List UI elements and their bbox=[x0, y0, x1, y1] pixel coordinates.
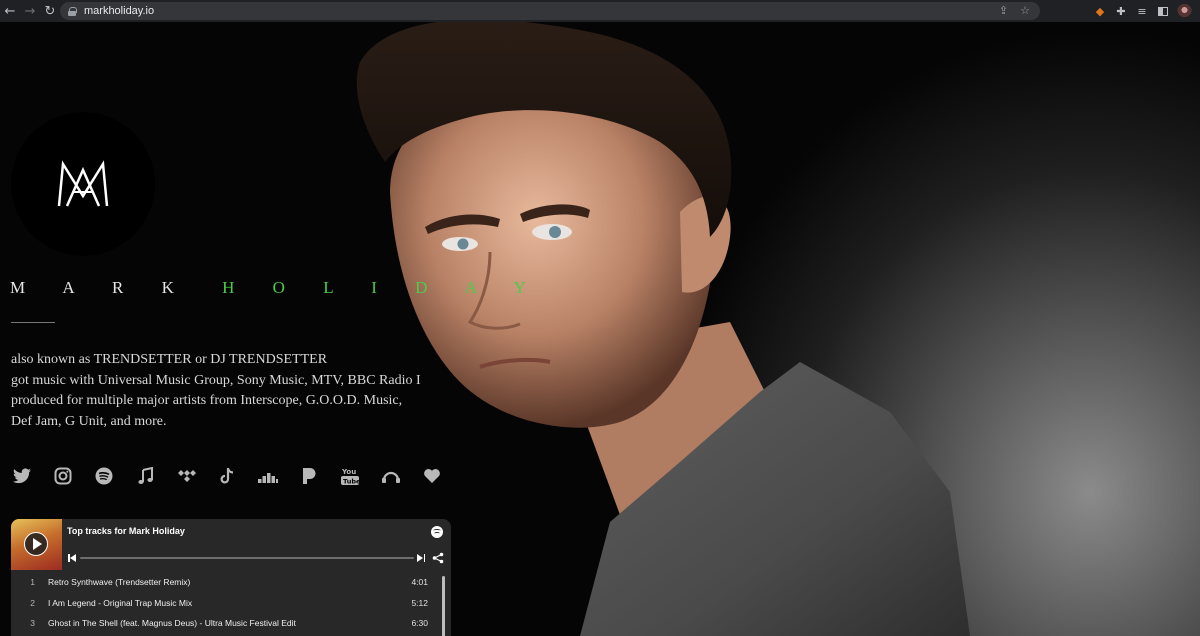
album-cover bbox=[11, 519, 62, 570]
pandora-icon[interactable] bbox=[298, 465, 319, 486]
play-button[interactable] bbox=[24, 532, 48, 556]
track-name: Ghost in The Shell (feat. Magnus Deus) -… bbox=[48, 618, 296, 629]
scrollbar[interactable] bbox=[442, 576, 445, 636]
last-name: H O L I D A Y bbox=[222, 278, 543, 297]
spotify-embed-player[interactable]: Top tracks for Mark Holiday 1 Retro Synt… bbox=[11, 519, 451, 636]
tiktok-icon[interactable] bbox=[216, 465, 237, 486]
track-row[interactable]: 1 Retro Synthwave (Trendsetter Remix) 4:… bbox=[11, 572, 441, 593]
track-number: 2 bbox=[30, 597, 35, 608]
audiomack-icon[interactable] bbox=[380, 465, 401, 486]
track-name: I Am Legend - Original Trap Music Mix bbox=[48, 597, 193, 608]
heart-icon[interactable] bbox=[421, 465, 442, 486]
reload-icon[interactable]: ↻ bbox=[40, 0, 60, 22]
apple-music-icon[interactable] bbox=[134, 465, 155, 486]
track-row[interactable]: 3 Ghost in The Shell (feat. Magnus Deus)… bbox=[11, 613, 441, 634]
artist-bio: also known as TRENDSETTER or DJ TRENDSET… bbox=[11, 350, 431, 432]
youtube-icon[interactable]: You Tube bbox=[339, 465, 360, 486]
side-panel-icon[interactable] bbox=[1155, 3, 1171, 19]
svg-text:Tube: Tube bbox=[343, 477, 359, 485]
track-number: 3 bbox=[30, 618, 35, 629]
back-arrow-icon[interactable]: ← bbox=[0, 0, 20, 22]
track-duration: 4:01 bbox=[411, 577, 428, 588]
track-duration: 5:12 bbox=[411, 597, 428, 608]
track-row[interactable]: 2 I Am Legend - Original Trap Music Mix … bbox=[11, 593, 441, 614]
track-number: 1 bbox=[30, 577, 35, 588]
artist-logo bbox=[11, 112, 155, 256]
spotify-logo-icon[interactable] bbox=[431, 526, 443, 538]
track-duration: 6:30 bbox=[411, 618, 428, 629]
bookmark-star-icon[interactable]: ☆ bbox=[1020, 4, 1030, 17]
profile-avatar[interactable] bbox=[1176, 3, 1192, 19]
ma-monogram-icon bbox=[57, 160, 109, 207]
first-name: M A R K bbox=[10, 278, 191, 297]
metamask-fox-icon[interactable]: ◆ bbox=[1092, 3, 1108, 19]
next-track-icon[interactable] bbox=[417, 554, 425, 562]
hero-section: M A R K H O L I D A Y also known as TREN… bbox=[0, 22, 1200, 636]
address-bar[interactable]: markholiday.io ⇪ ☆ bbox=[60, 2, 1040, 20]
share-icon[interactable]: ⇪ bbox=[999, 4, 1008, 17]
tidal-icon[interactable] bbox=[175, 465, 196, 486]
forward-arrow-icon[interactable]: → bbox=[20, 0, 40, 22]
previous-track-icon[interactable] bbox=[68, 554, 76, 562]
progress-bar[interactable] bbox=[80, 557, 414, 559]
share-icon[interactable] bbox=[432, 552, 444, 564]
player-title: Top tracks for Mark Holiday bbox=[67, 526, 185, 536]
bio-line: also known as TRENDSETTER or DJ TRENDSET… bbox=[11, 352, 328, 367]
lock-icon bbox=[68, 6, 77, 16]
reading-list-icon[interactable]: ≡ bbox=[1134, 3, 1150, 19]
extensions-puzzle-icon[interactable]: ✚ bbox=[1113, 3, 1129, 19]
track-list: 1 Retro Synthwave (Trendsetter Remix) 4:… bbox=[11, 572, 441, 634]
deezer-icon[interactable] bbox=[257, 465, 278, 486]
instagram-icon[interactable] bbox=[52, 465, 73, 486]
bio-line: got music with Universal Music Group, So… bbox=[11, 372, 421, 388]
track-name: Retro Synthwave (Trendsetter Remix) bbox=[48, 577, 191, 588]
browser-toolbar: ← → ↻ markholiday.io ⇪ ☆ ◆ ✚ ≡ bbox=[0, 0, 1200, 22]
artist-name: M A R K H O L I D A Y bbox=[10, 278, 543, 298]
bio-line: Def Jam, G Unit, and more. bbox=[11, 413, 167, 429]
svg-text:You: You bbox=[341, 468, 356, 476]
twitter-icon[interactable] bbox=[11, 465, 32, 486]
divider bbox=[11, 322, 55, 323]
bio-line: produced for multiple major artists from… bbox=[11, 393, 403, 408]
spotify-icon[interactable] bbox=[93, 465, 114, 486]
social-links: You Tube bbox=[11, 465, 442, 486]
url-text: markholiday.io bbox=[84, 5, 155, 17]
